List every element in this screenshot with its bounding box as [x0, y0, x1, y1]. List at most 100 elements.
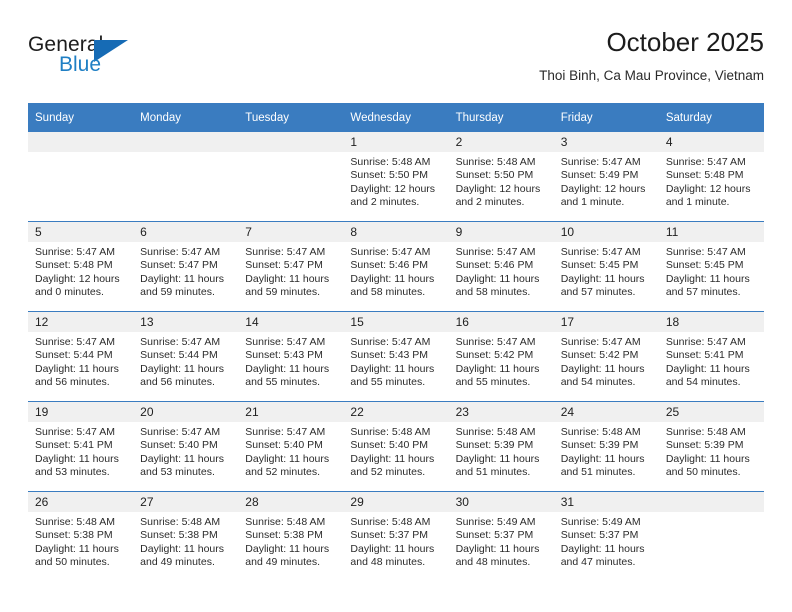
daylight-text: Daylight: 12 hours and 1 minute. [665, 182, 751, 209]
day-details: Sunrise: 5:47 AM Sunset: 5:46 PM Daylight:… [449, 242, 554, 300]
sunrise-text: Sunrise: 5:48 AM [350, 516, 431, 528]
sunrise-text: Sunrise: 5:47 AM [455, 336, 536, 348]
sunset-text: Sunset: 5:39 PM [455, 439, 534, 452]
sunrise-text: Sunrise: 5:49 AM [455, 516, 536, 528]
calendar-day-cell[interactable]: 23 Sunrise: 5:48 AM Sunset: 5:39 PM Dayligh… [448, 401, 554, 492]
calendar-day-cell[interactable]: 28 Sunrise: 5:48 AM Sunset: 5:38 PM Dayligh… [238, 491, 344, 581]
day-number: 28 [238, 492, 344, 512]
calendar-day-cell[interactable]: 26 Sunrise: 5:48 AM Sunset: 5:38 PM Dayligh… [28, 491, 134, 581]
daylight-text: Daylight: 11 hours and 49 minutes. [245, 542, 330, 569]
weekday-header-friday: Friday [553, 103, 659, 132]
day-number [658, 492, 764, 512]
calendar-day-cell[interactable]: 12 Sunrise: 5:47 AM Sunset: 5:44 PM Dayligh… [28, 311, 134, 402]
sunrise-text: Sunrise: 5:48 AM [350, 156, 431, 168]
sunrise-text: Sunrise: 5:47 AM [560, 156, 641, 168]
calendar-day-cell[interactable]: 30 Sunrise: 5:49 AM Sunset: 5:37 PM Dayligh… [448, 491, 554, 581]
day-cell-inner: 31 Sunrise: 5:49 AM Sunset: 5:37 PM Dayligh… [553, 492, 659, 581]
day-cell-inner: 17 Sunrise: 5:47 AM Sunset: 5:42 PM Dayligh… [553, 312, 659, 401]
daylight-text: Daylight: 11 hours and 58 minutes. [350, 272, 435, 299]
calendar-day-cell[interactable]: 31 Sunrise: 5:49 AM Sunset: 5:37 PM Dayligh… [553, 491, 659, 581]
daylight-text: Daylight: 11 hours and 50 minutes. [665, 452, 750, 479]
calendar-day-cell[interactable]: 11 Sunrise: 5:47 AM Sunset: 5:45 PM Dayligh… [658, 221, 764, 312]
day-number: 16 [448, 312, 554, 332]
calendar-day-cell[interactable]: 3 Sunrise: 5:47 AM Sunset: 5:49 PM Daylight… [553, 132, 659, 222]
sunrise-sunset-calendar: Sunday Monday Tuesday Wednesday Thursday Frid… [28, 103, 764, 581]
calendar-day-cell[interactable]: 1 Sunrise: 5:48 AM Sunset: 5:50 PM Daylight… [343, 132, 449, 222]
day-cell-inner: 3 Sunrise: 5:47 AM Sunset: 5:49 PM Daylight… [553, 132, 659, 221]
day-cell-inner: 24 Sunrise: 5:48 AM Sunset: 5:39 PM Dayligh… [553, 402, 659, 491]
day-number: 22 [343, 402, 449, 422]
general-blue-logo[interactable]: General Blue [28, 28, 138, 88]
daylight-text: Daylight: 12 hours and 2 minutes. [350, 182, 436, 209]
calendar-day-cell[interactable]: 13 Sunrise: 5:47 AM Sunset: 5:44 PM Dayligh… [133, 311, 239, 402]
day-cell-inner: 26 Sunrise: 5:48 AM Sunset: 5:38 PM Dayligh… [28, 492, 134, 581]
sunset-text: Sunset: 5:47 PM [140, 259, 218, 272]
day-number: 11 [658, 222, 764, 242]
calendar-day-cell[interactable]: 29 Sunrise: 5:48 AM Sunset: 5:37 PM Dayligh… [343, 491, 449, 581]
day-details: Sunrise: 5:47 AM Sunset: 5:45 PM Daylight:… [554, 242, 659, 300]
day-cell-inner: 5 Sunrise: 5:47 AM Sunset: 5:48 PM Daylight… [28, 222, 134, 311]
sunset-text: Sunset: 5:41 PM [35, 439, 113, 452]
sunset-text: Sunset: 5:46 PM [350, 259, 429, 272]
day-number [133, 132, 239, 152]
day-number: 26 [28, 492, 134, 512]
day-number: 17 [553, 312, 659, 332]
calendar-day-cell[interactable]: 7 Sunrise: 5:47 AM Sunset: 5:47 PM Daylight… [238, 221, 344, 312]
sunset-text: Sunset: 5:38 PM [35, 529, 113, 542]
calendar-day-cell[interactable]: 15 Sunrise: 5:47 AM Sunset: 5:43 PM Dayligh… [343, 311, 449, 402]
calendar-day-cell[interactable]: 27 Sunrise: 5:48 AM Sunset: 5:38 PM Dayligh… [133, 491, 239, 581]
day-details: Sunrise: 5:47 AM Sunset: 5:40 PM Daylight:… [133, 422, 238, 480]
sunset-text: Sunset: 5:40 PM [140, 439, 218, 452]
daylight-text: Daylight: 11 hours and 59 minutes. [245, 272, 330, 299]
calendar-day-cell[interactable]: 2 Sunrise: 5:48 AM Sunset: 5:50 PM Daylight… [448, 132, 554, 222]
weekday-header-thursday: Thursday [448, 103, 554, 132]
sunset-text: Sunset: 5:50 PM [350, 169, 429, 182]
day-details: Sunrise: 5:48 AM Sunset: 5:50 PM Daylight:… [343, 152, 448, 210]
daylight-text: Daylight: 11 hours and 51 minutes. [455, 452, 540, 479]
day-number: 25 [658, 402, 764, 422]
sunrise-text: Sunrise: 5:48 AM [665, 426, 746, 438]
calendar-day-cell[interactable]: 21 Sunrise: 5:47 AM Sunset: 5:40 PM Dayligh… [238, 401, 344, 492]
calendar-day-cell[interactable]: 9 Sunrise: 5:47 AM Sunset: 5:46 PM Daylight… [448, 221, 554, 312]
sunset-text: Sunset: 5:45 PM [665, 259, 744, 272]
day-details: Sunrise: 5:47 AM Sunset: 5:49 PM Daylight:… [554, 152, 659, 210]
calendar-day-cell[interactable]: 25 Sunrise: 5:48 AM Sunset: 5:39 PM Dayligh… [658, 401, 764, 492]
day-cell-inner: 8 Sunrise: 5:47 AM Sunset: 5:46 PM Daylight… [343, 222, 449, 311]
page-title: October 2025 [606, 27, 764, 57]
calendar-day-cell[interactable]: 4 Sunrise: 5:47 AM Sunset: 5:48 PM Daylight… [658, 132, 764, 222]
daylight-text: Daylight: 11 hours and 53 minutes. [35, 452, 119, 479]
calendar-day-cell[interactable]: 16 Sunrise: 5:47 AM Sunset: 5:42 PM Dayligh… [448, 311, 554, 402]
calendar-day-cell[interactable]: 10 Sunrise: 5:47 AM Sunset: 5:45 PM Dayligh… [553, 221, 659, 312]
day-number: 23 [448, 402, 554, 422]
daylight-text: Daylight: 11 hours and 53 minutes. [140, 452, 224, 479]
calendar-day-cell[interactable]: 20 Sunrise: 5:47 AM Sunset: 5:40 PM Dayligh… [133, 401, 239, 492]
day-cell-inner: 25 Sunrise: 5:48 AM Sunset: 5:39 PM Dayligh… [658, 402, 764, 491]
calendar-day-cell[interactable]: 6 Sunrise: 5:47 AM Sunset: 5:47 PM Daylight… [133, 221, 239, 312]
day-number: 10 [553, 222, 659, 242]
sunrise-text: Sunrise: 5:48 AM [350, 426, 431, 438]
calendar-day-cell[interactable]: 8 Sunrise: 5:47 AM Sunset: 5:46 PM Daylight… [343, 221, 449, 312]
day-cell-inner: 18 Sunrise: 5:47 AM Sunset: 5:41 PM Dayligh… [658, 312, 764, 401]
calendar-day-cell[interactable]: 24 Sunrise: 5:48 AM Sunset: 5:39 PM Dayligh… [553, 401, 659, 492]
sunrise-text: Sunrise: 5:47 AM [35, 426, 115, 438]
day-details: Sunrise: 5:48 AM Sunset: 5:39 PM Daylight:… [659, 422, 764, 480]
day-cell-inner: 19 Sunrise: 5:47 AM Sunset: 5:41 PM Dayligh… [28, 402, 134, 491]
day-cell-inner: 1 Sunrise: 5:48 AM Sunset: 5:50 PM Daylight… [343, 132, 449, 221]
sunrise-text: Sunrise: 5:47 AM [560, 336, 641, 348]
day-details: Sunrise: 5:47 AM Sunset: 5:41 PM Daylight:… [28, 422, 133, 480]
logo-text-general: General [28, 33, 104, 56]
calendar-day-cell-empty [658, 491, 764, 581]
sunrise-text: Sunrise: 5:47 AM [665, 156, 746, 168]
calendar-week-row: 12 Sunrise: 5:47 AM Sunset: 5:44 PM Dayligh… [28, 311, 764, 402]
sunrise-text: Sunrise: 5:48 AM [455, 426, 536, 438]
calendar-day-cell[interactable]: 17 Sunrise: 5:47 AM Sunset: 5:42 PM Dayligh… [553, 311, 659, 402]
calendar-body: 1 Sunrise: 5:48 AM Sunset: 5:50 PM Daylight… [28, 132, 764, 581]
calendar-day-cell[interactable]: 22 Sunrise: 5:48 AM Sunset: 5:40 PM Dayligh… [343, 401, 449, 492]
day-number: 3 [553, 132, 659, 152]
day-cell-inner [133, 132, 239, 221]
day-number: 30 [448, 492, 554, 512]
calendar-day-cell[interactable]: 14 Sunrise: 5:47 AM Sunset: 5:43 PM Dayligh… [238, 311, 344, 402]
calendar-day-cell[interactable]: 19 Sunrise: 5:47 AM Sunset: 5:41 PM Dayligh… [28, 401, 134, 492]
calendar-day-cell[interactable]: 18 Sunrise: 5:47 AM Sunset: 5:41 PM Dayligh… [658, 311, 764, 402]
calendar-day-cell[interactable]: 5 Sunrise: 5:47 AM Sunset: 5:48 PM Daylight… [28, 221, 134, 312]
